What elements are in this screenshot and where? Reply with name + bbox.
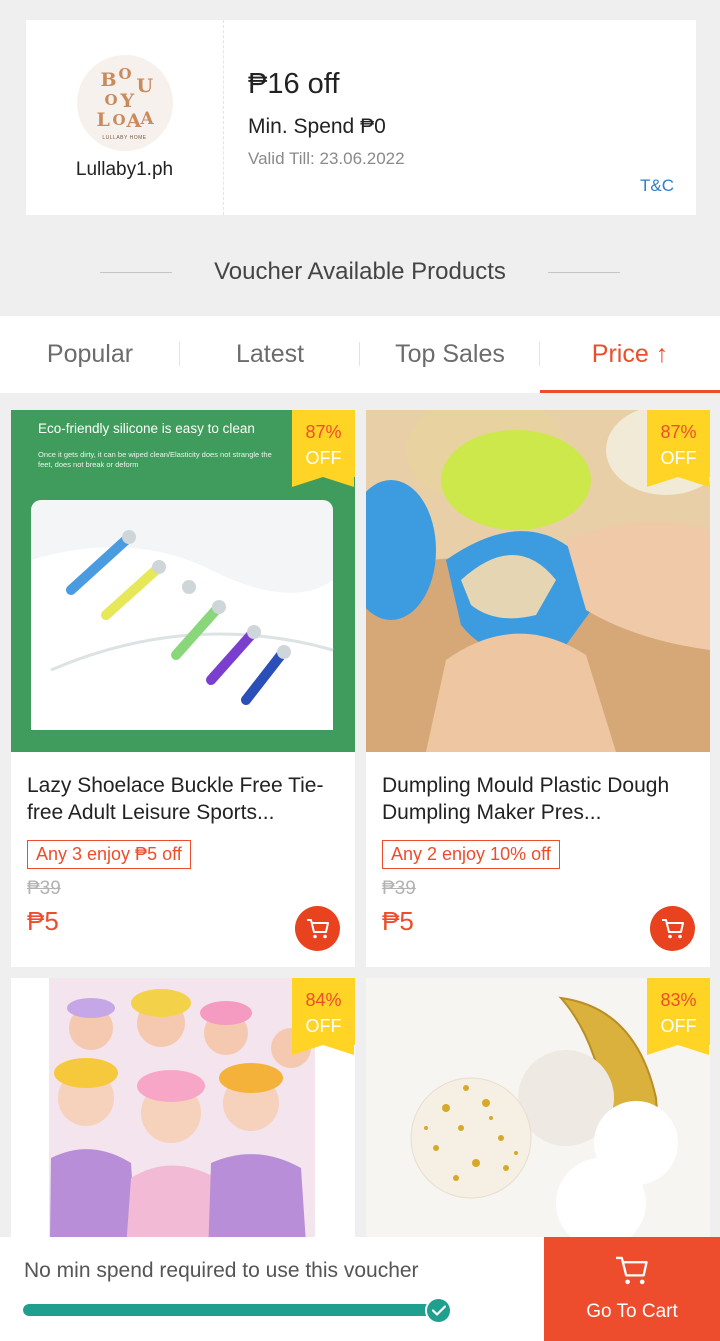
tab-label: Popular (46, 340, 134, 368)
discount-badge: 84% OFF (292, 978, 355, 1055)
tab-top-sales[interactable]: Top Sales (360, 316, 540, 393)
section-title-text: Voucher Available Products (214, 258, 506, 285)
product-title: Lazy Shoelace Buckle Free Tie-free Adult… (27, 774, 324, 824)
tab-popular[interactable]: Popular (0, 316, 180, 393)
add-to-cart-button[interactable] (650, 906, 695, 951)
voucher-validity: Valid Till: 23.06.2022 (248, 149, 405, 168)
discount-percent: 87% (660, 422, 697, 442)
voucher-min-spend: Min. Spend ₱0 (248, 115, 386, 138)
promo-tag: Any 3 enjoy ₱5 off (27, 840, 191, 869)
sort-tabs: Popular Latest Top Sales Price ↑ (0, 316, 720, 393)
product-card[interactable]: 87% OFF Dumpling Mould Plastic Dough Dum… (366, 410, 710, 967)
voucher-amount: ₱16 off (248, 68, 340, 100)
voucher-progress-bar: No min spend required to use this vouche… (0, 1237, 720, 1341)
add-to-cart-button[interactable] (295, 906, 340, 951)
discount-badge: 87% OFF (647, 410, 710, 487)
tc-link[interactable]: T&C (640, 176, 674, 196)
shop-name: Lullaby1.ph (75, 158, 174, 180)
sale-price: ₱5 (27, 906, 59, 936)
tab-label: Latest (235, 340, 305, 368)
shop-logo: B O U O Y L O A A LULLABY HOME (76, 54, 173, 151)
title-rule-left (100, 272, 172, 273)
shop-logo-caption: LULLABY HOME (102, 134, 147, 141)
discount-percent: 83% (660, 990, 697, 1010)
promo-tag: Any 2 enjoy 10% off (382, 840, 560, 869)
discount-percent: 84% (305, 990, 342, 1010)
section-title: Voucher Available Products (0, 258, 720, 286)
voucher-details: ₱16 off Min. Spend ₱0 Valid Till: 23.06.… (224, 20, 696, 215)
voucher-edge (20, 20, 32, 215)
title-rule-right (548, 272, 620, 273)
original-price: ₱39 (27, 878, 61, 899)
discount-off-label: OFF (660, 448, 697, 469)
voucher-card: B O U O Y L O A A LULLABY HOME Lullaby1.… (20, 20, 696, 215)
voucher-shop-panel: B O U O Y L O A A LULLABY HOME Lullaby1.… (20, 20, 223, 215)
tab-label: Top Sales (395, 340, 505, 368)
original-price: ₱39 (382, 878, 416, 899)
product-info: Lazy Shoelace Buckle Free Tie-free Adult… (11, 752, 355, 967)
check-icon (425, 1297, 452, 1324)
progress-message: No min spend required to use this vouche… (24, 1259, 419, 1282)
tab-latest[interactable]: Latest (180, 316, 360, 393)
discount-off-label: OFF (305, 448, 342, 469)
product-info: Dumpling Mould Plastic Dough Dumpling Ma… (366, 752, 710, 967)
discount-percent: 87% (305, 422, 342, 442)
progress-track (23, 1304, 449, 1316)
sale-price: ₱5 (382, 906, 414, 936)
cart-icon (616, 1256, 648, 1285)
discount-badge: 87% OFF (292, 410, 355, 487)
product-card[interactable]: Eco-friendly silicone is easy to clean O… (11, 410, 355, 967)
product-image: Eco-friendly silicone is easy to clean O… (11, 410, 355, 752)
progress-fill (23, 1304, 449, 1316)
product-image: 87% OFF (366, 410, 710, 752)
go-to-cart-label: Go To Cart (586, 1301, 678, 1322)
discount-badge: 83% OFF (647, 978, 710, 1055)
cart-icon (306, 918, 329, 938)
product-title: Dumpling Mould Plastic Dough Dumpling Ma… (382, 774, 670, 824)
go-to-cart-button[interactable]: Go To Cart (544, 1237, 720, 1341)
tab-price[interactable]: Price ↑ (540, 316, 720, 393)
discount-off-label: OFF (660, 1016, 697, 1037)
cart-icon (661, 918, 684, 938)
discount-off-label: OFF (305, 1016, 342, 1037)
tab-label: Price ↑ (591, 340, 669, 368)
